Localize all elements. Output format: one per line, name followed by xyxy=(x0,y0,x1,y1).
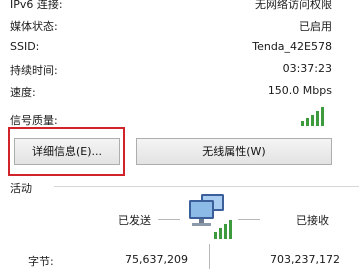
duration-label: 持续时间: xyxy=(10,64,58,77)
details-button[interactable]: 详细信息(E)... xyxy=(14,138,120,165)
ssid-value: Tenda_42E578 xyxy=(252,40,332,53)
signal-bars-icon xyxy=(301,107,324,126)
signal-quality-label: 信号质量: xyxy=(10,114,58,127)
media-state-label: 媒体状态: xyxy=(10,20,58,33)
sent-label: 已发送 xyxy=(118,214,151,227)
ssid-label: SSID: xyxy=(10,40,40,53)
bytes-label: 字节: xyxy=(28,255,54,268)
signal-bar-4 xyxy=(316,111,319,126)
received-label: 已接收 xyxy=(296,214,329,227)
activity-group-divider xyxy=(54,186,359,187)
wireless-properties-button[interactable]: 无线属性(W) xyxy=(136,138,332,165)
network-computer-icon xyxy=(189,194,232,239)
ipv6-connection-value: 无网络访问权限 xyxy=(255,0,332,11)
speed-label: 速度: xyxy=(10,86,36,99)
bytes-divider xyxy=(209,244,210,269)
received-connector-line xyxy=(238,219,260,220)
activity-group-title: 活动 xyxy=(10,182,32,195)
duration-value: 03:37:23 xyxy=(282,62,332,75)
bytes-sent-value: 75,637,209 xyxy=(125,253,188,266)
speed-value: 150.0 Mbps xyxy=(267,84,332,97)
media-state-value: 已启用 xyxy=(299,20,332,33)
bytes-received-value: 703,237,172 xyxy=(270,253,340,266)
signal-bar-2 xyxy=(306,118,309,126)
sent-connector-line xyxy=(158,219,180,220)
signal-bar-1 xyxy=(301,121,304,126)
ipv6-connection-label: IPv6 连接: xyxy=(10,0,63,11)
signal-bar-5 xyxy=(321,107,324,126)
signal-bar-3 xyxy=(311,115,314,126)
